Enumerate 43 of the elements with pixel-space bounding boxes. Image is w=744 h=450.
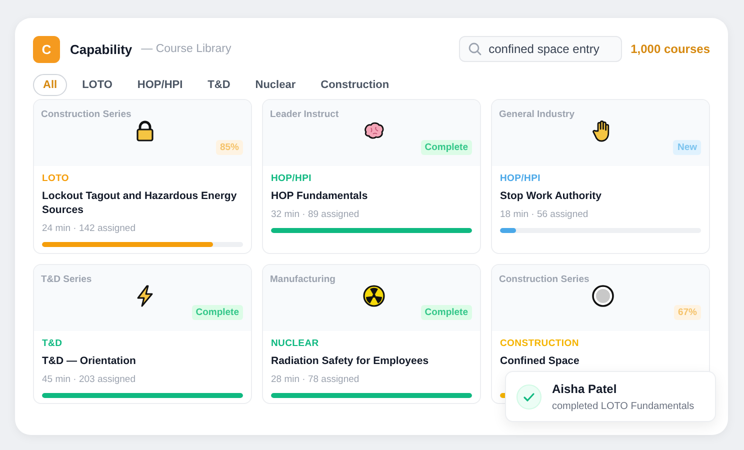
category-label: LOTO bbox=[42, 173, 70, 184]
course-card[interactable]: Manufacturing Complete NUCLEAR Radiation Safety for Employees 28 min · 78 assigned bbox=[262, 264, 481, 404]
category-label: CONSTRUCTION bbox=[500, 338, 580, 349]
status-badge: New bbox=[673, 140, 701, 155]
category-label: T&D bbox=[42, 338, 64, 349]
status-badge: 67% bbox=[674, 305, 701, 320]
series-label: General Industry bbox=[499, 109, 574, 120]
course-count: 1,000 courses bbox=[630, 42, 710, 56]
check-icon bbox=[516, 384, 542, 410]
course-meta: 24 min · 142 assigned bbox=[42, 223, 136, 234]
series-label: Leader Instruct bbox=[270, 109, 339, 120]
course-meta: 32 min · 89 assigned bbox=[271, 209, 360, 220]
course-card[interactable]: General Industry New HOP/HPI Stop Work Authority 18 min · 56 assigned bbox=[491, 99, 710, 254]
radiation-icon bbox=[362, 284, 386, 308]
category-label: HOP/HPI bbox=[271, 173, 312, 184]
circle-icon bbox=[591, 284, 615, 308]
course-title: Radiation Safety for Employees bbox=[271, 354, 430, 368]
course-title: HOP Fundamentals bbox=[271, 189, 369, 203]
course-card[interactable]: Construction Series 85% LOTO Lockout Tagout and Hazardous Energy Sources 24 min · 142 assigned bbox=[33, 99, 252, 254]
category-label: HOP/HPI bbox=[500, 173, 542, 184]
app-title: Capability bbox=[70, 42, 132, 56]
app-subtitle: — Course Library bbox=[141, 43, 232, 55]
toast-name: Aisha Patel bbox=[552, 382, 618, 396]
status-badge: 85% bbox=[216, 140, 243, 155]
series-label: Construction Series bbox=[41, 109, 132, 120]
category-label: NUCLEAR bbox=[271, 338, 320, 349]
course-meta: 45 min · 203 assigned bbox=[42, 374, 136, 385]
course-meta: 18 min · 56 assigned bbox=[500, 209, 590, 220]
course-meta: 28 min · 78 assigned bbox=[271, 374, 360, 385]
course-card[interactable]: T&D Series Complete T&D T&D — Orientation 45 min · 203 assigned bbox=[33, 264, 252, 404]
series-label: Manufacturing bbox=[270, 274, 336, 285]
logo: C bbox=[33, 36, 60, 62]
course-title: Stop Work Authority bbox=[500, 189, 602, 203]
series-label: Construction Series bbox=[499, 274, 590, 285]
series-label: T&D Series bbox=[41, 274, 92, 285]
course-title: Confined Space bbox=[500, 354, 580, 368]
status-badge: Complete bbox=[420, 305, 472, 320]
search-field[interactable]: confined space entry bbox=[458, 36, 622, 62]
course-title: T&D — Orientation bbox=[42, 354, 137, 368]
status-badge: Complete bbox=[420, 140, 472, 155]
course-card[interactable]: Leader Instruct Complete HOP/HPI HOP Fundamentals 32 min · 89 assigned bbox=[262, 99, 481, 254]
course-title: Lockout Tagout and Hazardous Energy Sources bbox=[42, 189, 238, 217]
status-badge: Complete bbox=[192, 305, 243, 320]
